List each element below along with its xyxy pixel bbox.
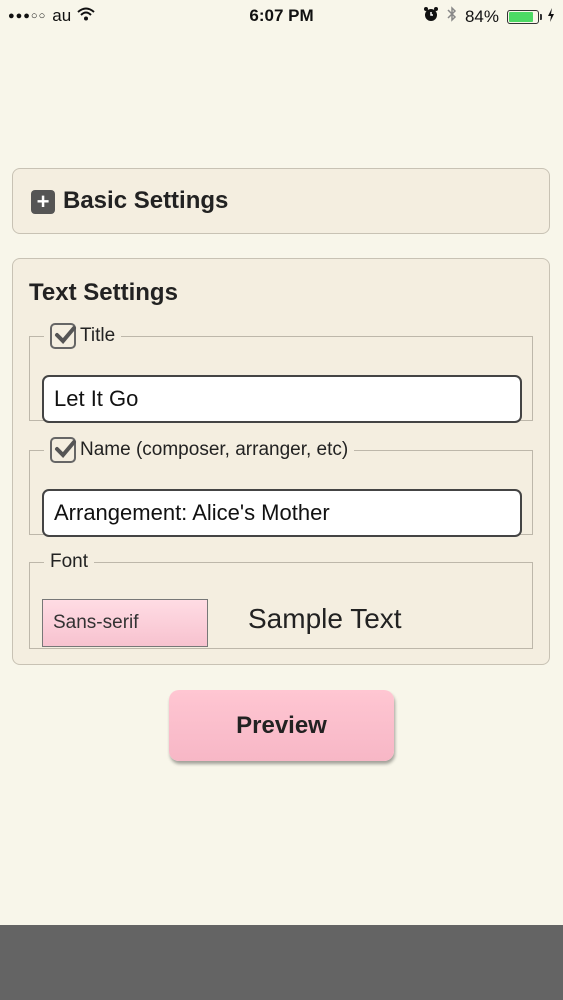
preview-button[interactable]: Preview	[169, 690, 394, 761]
alarm-clock-icon	[423, 6, 439, 27]
title-checkbox[interactable]	[50, 323, 76, 349]
title-legend: Title	[44, 323, 121, 349]
status-bar: ●●●○○ au 6:07 PM 84%	[0, 0, 563, 32]
name-label: Name (composer, arranger, etc)	[80, 439, 349, 460]
battery-percent: 84%	[464, 6, 499, 26]
font-label: Font	[50, 551, 89, 572]
title-label: Title	[80, 325, 116, 346]
bluetooth-icon	[447, 6, 457, 27]
status-right: 84%	[423, 6, 555, 27]
font-fieldset: Font Sans-serif Sample Text	[29, 551, 533, 649]
name-checkbox[interactable]	[50, 437, 76, 463]
checkmark-icon	[55, 440, 76, 458]
name-legend: Name (composer, arranger, etc)	[44, 437, 354, 463]
plus-square-icon[interactable]: +	[31, 190, 55, 214]
charging-icon	[547, 7, 555, 27]
font-select[interactable]: Sans-serif	[42, 599, 208, 647]
text-settings-title: Text Settings	[29, 279, 178, 306]
font-legend: Font	[44, 551, 94, 573]
battery-level	[509, 11, 533, 22]
bottom-bar	[0, 925, 563, 1000]
sample-text: Sample Text	[248, 603, 402, 634]
battery-icon	[507, 9, 542, 24]
title-fieldset: Title	[29, 323, 533, 423]
basic-settings-title[interactable]: Basic Settings	[63, 187, 228, 215]
checkmark-icon	[55, 326, 76, 344]
name-fieldset: Name (composer, arranger, etc)	[29, 437, 533, 537]
text-settings-panel: Text Settings Title Name (composer, arra…	[12, 258, 550, 665]
name-input[interactable]	[42, 489, 522, 537]
basic-settings-panel[interactable]: + Basic Settings	[12, 168, 550, 234]
title-input[interactable]	[42, 375, 522, 423]
